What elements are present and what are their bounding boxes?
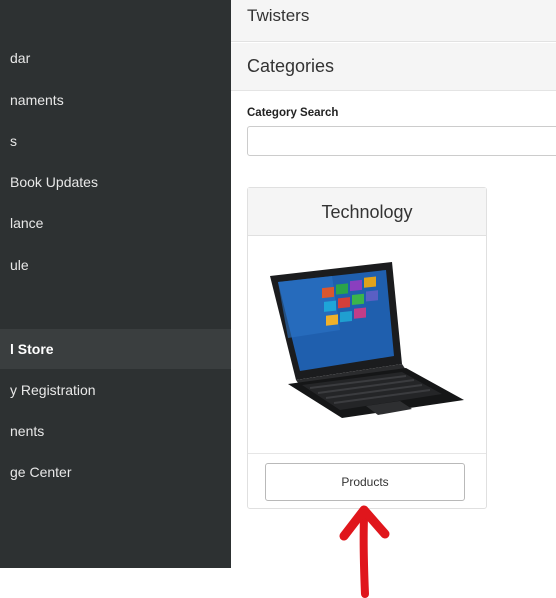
sidebar-item-registration[interactable]: y Registration [0, 370, 231, 410]
category-card: Technology Products [247, 187, 487, 509]
categories-title: Categories [247, 56, 335, 76]
sidebar-item-3[interactable]: s [0, 121, 231, 161]
sidebar-item-label: y Registration [10, 382, 96, 398]
sidebar-item-book-updates[interactable]: Book Updates [0, 162, 231, 202]
sidebar-item-balance[interactable]: lance [0, 203, 231, 243]
sidebar-item-store[interactable]: l Store [0, 329, 231, 369]
sidebar-item-label: l Store [10, 341, 54, 357]
sidebar-item-label: Book Updates [10, 174, 98, 190]
products-button[interactable]: Products [265, 463, 465, 501]
sidebar-item-calendar[interactable]: dar [0, 38, 231, 78]
page-header: Twisters [231, 0, 556, 42]
sidebar-item-message-center[interactable]: ge Center [0, 452, 231, 492]
laptop-image [270, 262, 464, 418]
sidebar: dar naments s Book Updates lance ule l S… [0, 0, 231, 568]
sidebar-item-label: lance [10, 215, 44, 231]
page-title: Twisters [247, 6, 310, 25]
sidebar-item-label: ule [10, 257, 29, 273]
red-arrow-up-icon [339, 505, 390, 598]
sidebar-item-schedule[interactable]: ule [0, 245, 231, 285]
sidebar-item-label: naments [10, 92, 64, 108]
sidebar-item-label: dar [10, 50, 31, 66]
card-header: Technology [248, 188, 486, 236]
sidebar-item-label: s [10, 133, 17, 149]
category-search-label: Category Search [247, 107, 339, 119]
card-title: Technology [321, 202, 413, 222]
sidebar-item-tournaments[interactable]: naments [0, 80, 231, 120]
sidebar-item-label: ge Center [10, 464, 72, 480]
sidebar-item-7[interactable] [0, 287, 231, 327]
card-divider [248, 453, 486, 454]
category-search-input[interactable] [247, 126, 556, 156]
categories-header: Categories [231, 43, 556, 91]
sidebar-item-label: nents [10, 423, 45, 439]
sidebar-item-payments[interactable]: nents [0, 411, 231, 451]
